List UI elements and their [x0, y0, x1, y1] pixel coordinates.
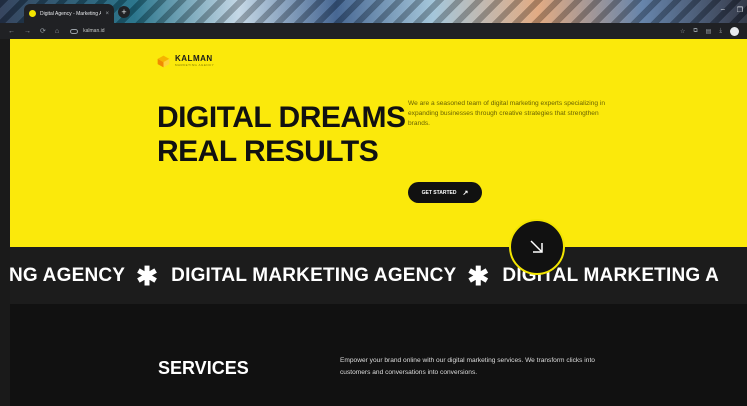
forward-icon[interactable]: → — [24, 28, 31, 35]
asterisk-icon: ✱ — [467, 261, 490, 291]
hero-tagline: We are a seasoned team of digital market… — [408, 100, 606, 127]
site-favicon-icon — [29, 10, 36, 17]
headline-line-2: REAL RESULTS — [157, 135, 379, 168]
kalman-logo[interactable]: KALMAN MARKETING AGENCY — [157, 55, 214, 68]
logo-subtitle: MARKETING AGENCY — [175, 63, 215, 67]
headline-line-1: DIGITAL DREAMS — [157, 101, 406, 134]
home-icon[interactable]: ⌂ — [55, 28, 59, 35]
window-edge — [0, 39, 10, 406]
new-tab-button[interactable]: + — [118, 6, 130, 18]
arrow-down-right-icon — [530, 240, 543, 253]
site-info-icon[interactable] — [70, 28, 79, 34]
asterisk-icon: ✱ — [136, 261, 159, 291]
logo-cube-icon — [157, 55, 170, 68]
profile-avatar-icon[interactable] — [730, 26, 739, 36]
services-section: SERVICES Empower your brand online with … — [10, 304, 747, 406]
marquee-text: DIGITAL MARKETING AGENCY — [171, 265, 457, 286]
hero-headline: DIGITAL DREAMS REAL RESULTS — [157, 101, 406, 169]
restore-button[interactable]: ❐ — [737, 6, 743, 14]
cta-label: GET STARTED — [421, 189, 457, 196]
services-title: SERVICES — [158, 358, 249, 378]
logo-name: KALMAN — [175, 54, 213, 63]
services-description: Empower your brand online with our digit… — [340, 357, 595, 376]
browser-tab[interactable]: Digital Agency - Marketing Ag × — [24, 4, 114, 23]
tab-close-icon[interactable]: × — [105, 11, 109, 17]
reading-list-icon[interactable]: ▤ — [706, 28, 712, 35]
tab-title: Digital Agency - Marketing Ag — [40, 10, 102, 17]
get-started-button[interactable]: GET STARTED ↗ — [408, 182, 482, 203]
marquee-track: NG AGENCY ✱ DIGITAL MARKETING AGENCY ✱ DIGIT… — [10, 261, 719, 291]
reload-icon[interactable]: ⟳ — [40, 27, 46, 35]
bookmark-star-icon[interactable]: ☆ — [680, 28, 685, 35]
extensions-icon[interactable]: ⧉ — [693, 28, 697, 35]
hero-section: KALMAN MARKETING AGENCY DIGITAL DREAMS R… — [10, 39, 747, 247]
window-controls: – ❐ — [721, 6, 743, 14]
marquee-text: NG AGENCY — [10, 265, 126, 286]
arrow-up-right-icon: ↗ — [462, 189, 469, 197]
address-bar[interactable]: kalman.id — [70, 28, 105, 34]
marquee-banner: NG AGENCY ✱ DIGITAL MARKETING AGENCY ✱ DIGIT… — [10, 247, 747, 304]
scroll-down-button[interactable] — [509, 219, 565, 275]
back-icon[interactable]: ← — [8, 28, 15, 35]
browser-tab-strip: Digital Agency - Marketing Ag × + – ❐ — [0, 0, 747, 23]
url-text[interactable]: kalman.id — [83, 28, 104, 34]
downloads-icon[interactable]: ⤓ — [719, 28, 722, 35]
browser-toolbar: ← → ⟳ ⌂ kalman.id ☆ ⧉ ▤ ⤓ — [0, 23, 747, 39]
minimize-button[interactable]: – — [721, 6, 725, 14]
